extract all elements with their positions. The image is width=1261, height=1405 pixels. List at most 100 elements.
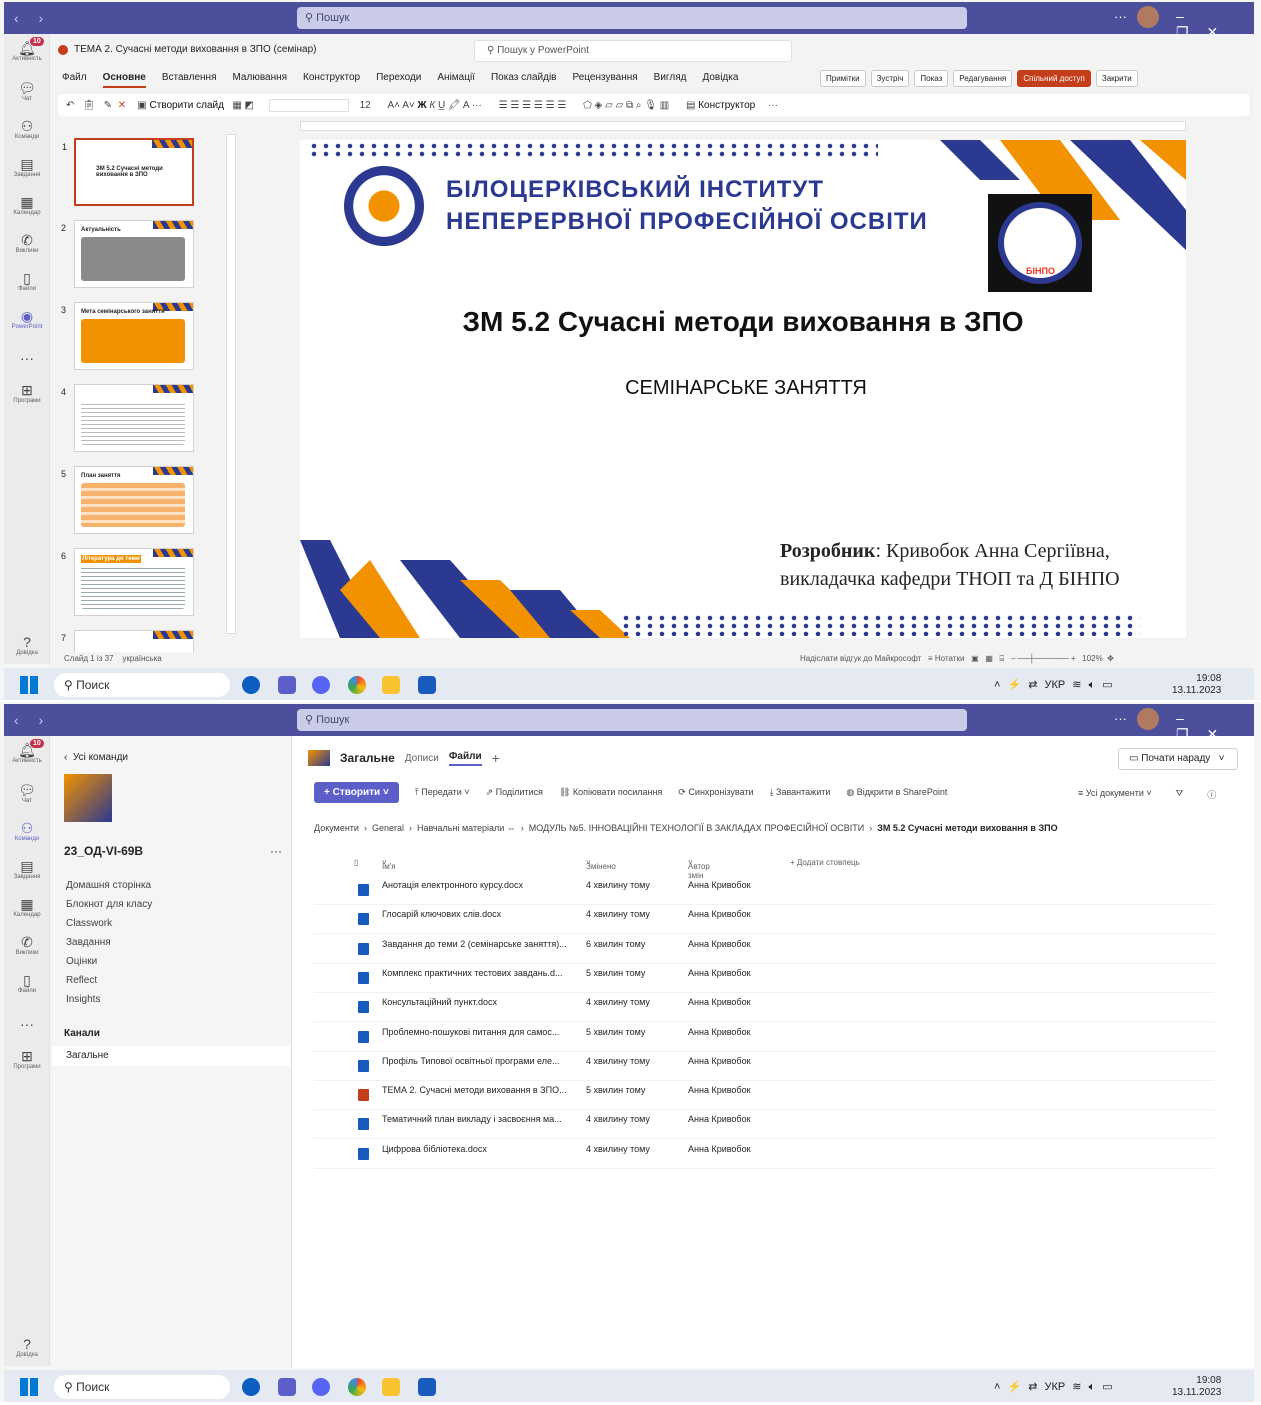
document-title[interactable]: ТЕМА 2. Сучасні методи виховання в ЗПО (… <box>58 44 317 55</box>
file-row[interactable]: ТЕМА 2. Сучасні методи виховання в ЗПО..… <box>314 1081 1214 1111</box>
file-name[interactable]: Консультаційний пункт.docx <box>382 997 497 1007</box>
file-name[interactable]: Тематичний план викладу і засвоєння ма..… <box>382 1114 562 1124</box>
file-name[interactable]: Проблемно-пошукові питання для самос... <box>382 1027 559 1037</box>
nav-insights[interactable]: Insights <box>66 994 100 1005</box>
file-explorer-icon[interactable] <box>382 676 400 694</box>
nav-reflect[interactable]: Reflect <box>66 975 97 986</box>
column-name[interactable]: Ім'я ˅ <box>382 858 396 871</box>
rail-teams[interactable]: ⚇ Команди <box>4 820 50 842</box>
teams-icon[interactable] <box>278 1378 296 1396</box>
file-name[interactable]: ТЕМА 2. Сучасні методи виховання в ЗПО..… <box>382 1085 567 1095</box>
file-row[interactable]: Комплекс практичних тестових завдань.d..… <box>314 964 1214 993</box>
rail-files[interactable]: ▯ Файли <box>4 972 50 994</box>
designer-button[interactable]: ▤ Конструктор <box>686 100 755 111</box>
zoom-level[interactable]: 102% <box>1082 654 1102 663</box>
close-button[interactable]: Закрити <box>1095 70 1138 87</box>
column-author[interactable]: Автор змін ˅ <box>688 858 710 880</box>
all-teams-link[interactable]: ‹ Усі команди <box>64 752 128 763</box>
more-icon[interactable]: ··· <box>768 100 778 111</box>
teams-icon[interactable] <box>278 676 296 694</box>
file-row[interactable]: Проблемно-пошукові питання для самос... 5… <box>314 1023 1214 1052</box>
more-icon[interactable]: ··· <box>1114 9 1127 24</box>
font-size-select[interactable]: 12 <box>360 100 371 111</box>
tab-home[interactable]: Основне <box>102 72 146 88</box>
rail-files[interactable]: ▯ Файли <box>4 270 50 292</box>
start-icon[interactable] <box>20 1378 38 1396</box>
share-button[interactable]: ⇗ Поділитися <box>486 787 543 798</box>
file-name[interactable]: Глосарій ключових слів.docx <box>382 909 501 919</box>
file-row[interactable]: Глосарій ключових слів.docx 4 хвилину том… <box>314 905 1214 935</box>
new-slide-button[interactable]: ▣ Створити слайд <box>137 100 224 111</box>
system-tray[interactable]: ˄ ⚡ ⇄ УКР ≋ 🔈︎ ▭ <box>994 1380 1113 1394</box>
chrome-icon[interactable] <box>348 676 366 694</box>
font-format-icons[interactable]: A˄ A˅ Ж К U̲ 🖍︎ A ··· <box>387 100 481 111</box>
tab-animations[interactable]: Анімації <box>437 72 475 88</box>
rail-apps[interactable]: ⊞ Програми <box>4 1048 50 1070</box>
slide-canvas[interactable]: БІЛОЦЕРКІВСЬКИЙ ІНСТИТУТ НЕПЕРЕРВНОЇ ПРО… <box>300 140 1186 638</box>
info-icon[interactable]: ⓘ <box>1207 788 1216 801</box>
shape-icon[interactable]: ◩ <box>245 100 254 111</box>
tab-view[interactable]: Вигляд <box>654 72 687 88</box>
file-row[interactable]: Тематичний план викладу і засвоєння ма..… <box>314 1110 1214 1140</box>
breadcrumb-item[interactable]: Навчальні матеріали <box>417 823 504 833</box>
slide-thumbnail-4[interactable]: 4 <box>61 384 194 452</box>
rail-powerpoint[interactable]: ◉ PowerPoint <box>4 308 50 330</box>
sharepoint-button[interactable]: ◍ Відкрити в SharePoint <box>846 787 947 798</box>
file-name[interactable]: Завдання до теми 2 (семінарське заняття)… <box>382 939 567 949</box>
nav-assignments[interactable]: Завдання <box>66 937 111 948</box>
discord-icon[interactable] <box>312 1378 330 1396</box>
chrome-icon[interactable] <box>348 1378 366 1396</box>
file-row[interactable]: Завдання до теми 2 (семінарське заняття)… <box>314 935 1214 964</box>
taskbar-search[interactable]: ⚲ Поиск <box>54 673 230 697</box>
show-button[interactable]: Показ <box>914 70 949 87</box>
channel-general[interactable]: Загальне <box>52 1046 290 1066</box>
slide-thumbnail-6[interactable]: 6 Література до теми <box>61 548 194 616</box>
drawing-icons[interactable]: ⬠ ◈ ▱ ▱ ⧉ ⌕ 🎙︎ ▥ <box>583 100 669 111</box>
taskbar-search[interactable]: ⚲ Поиск <box>54 1375 230 1399</box>
word-icon[interactable] <box>418 676 436 694</box>
tab-insert[interactable]: Вставлення <box>162 72 217 88</box>
clock[interactable]: 19:08 13.11.2023 <box>1172 673 1221 697</box>
tab-slideshow[interactable]: Показ слайдів <box>491 72 557 88</box>
search-box[interactable]: ⚲ Пошук <box>297 7 967 29</box>
more-icon[interactable]: ··· <box>1114 711 1127 726</box>
file-name[interactable]: Комплекс практичних тестових завдань.d..… <box>382 968 562 978</box>
rail-assignments[interactable]: ▤ Завдання <box>4 858 50 880</box>
slide-thumbnail-5[interactable]: 5 План заняття <box>61 466 194 534</box>
delete-icon[interactable]: ✕ <box>118 100 126 111</box>
team-more-icon[interactable]: ··· <box>270 844 282 858</box>
copy-link-button[interactable]: ⛓︎ Копіювати посилання <box>559 787 662 798</box>
notes-button[interactable]: Примітки <box>820 70 866 87</box>
breadcrumb-item[interactable]: МОДУЛЬ №5. ІННОВАЦІЙНІ ТЕХНОЛОГІЇ В ЗАКЛ… <box>529 823 864 833</box>
rail-calls[interactable]: ✆ Виклики <box>4 232 50 254</box>
search-box[interactable]: ⚲ Пошук <box>297 709 967 731</box>
file-name[interactable]: Профіль Типової освітньої програми еле..… <box>382 1056 559 1066</box>
notes-toggle[interactable]: Нотатки <box>935 654 965 663</box>
start-icon[interactable] <box>20 676 38 694</box>
slide-thumbnail-2[interactable]: 2 Актуальність <box>61 220 194 288</box>
rail-apps[interactable]: ⊞ Програми <box>4 382 50 404</box>
edge-icon[interactable] <box>242 676 260 694</box>
rail-more[interactable]: ··· <box>4 1016 50 1032</box>
sync-button[interactable]: ⟳ Синхронізувати <box>678 787 753 798</box>
edit-button[interactable]: Редагування <box>953 70 1013 87</box>
tab-help[interactable]: Довідка <box>702 72 738 88</box>
share-button[interactable]: Спільний доступ <box>1017 70 1091 87</box>
rail-calendar[interactable]: ▦ Календар <box>4 194 50 216</box>
avatar[interactable] <box>1137 708 1159 730</box>
edge-icon[interactable] <box>242 1378 260 1396</box>
rail-chat[interactable]: 💬︎ Чат <box>4 782 50 804</box>
file-explorer-icon[interactable] <box>382 1378 400 1396</box>
tab-files[interactable]: Файли <box>448 751 482 766</box>
clock[interactable]: 19:08 13.11.2023 <box>1172 1375 1221 1399</box>
system-tray[interactable]: ˄ ⚡ ⇄ УКР ≋ 🔈︎ ▭ <box>994 678 1113 692</box>
tab-draw[interactable]: Малювання <box>232 72 287 88</box>
rail-calendar[interactable]: ▦ Календар <box>4 896 50 918</box>
ppt-search-input[interactable]: ⚲ Пошук у PowerPoint <box>474 40 792 62</box>
tab-file[interactable]: Файл <box>62 72 87 88</box>
breadcrumb-item[interactable]: Документи <box>314 823 359 833</box>
add-tab-icon[interactable]: + <box>492 750 500 766</box>
rail-calls[interactable]: ✆ Виклики <box>4 934 50 956</box>
rail-activity[interactable]: 🔔︎ 10 Активність <box>4 739 50 764</box>
paragraph-icons[interactable]: ☰ ☰ ☰ ☰ ☰ ☰ <box>499 100 567 111</box>
